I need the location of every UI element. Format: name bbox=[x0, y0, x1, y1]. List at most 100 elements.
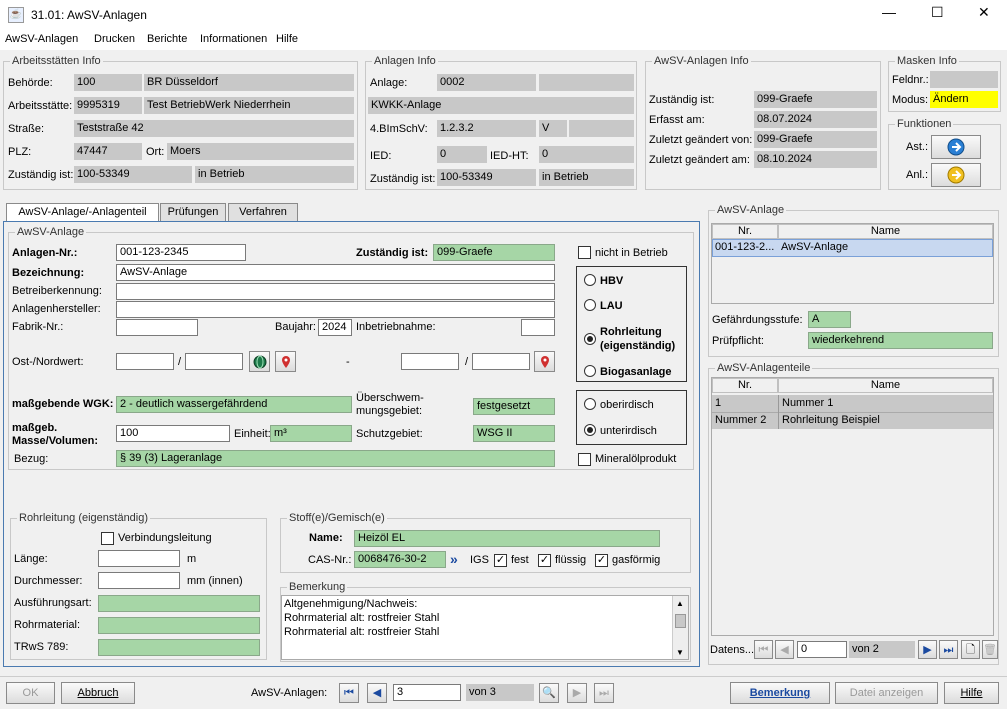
new-record-button[interactable]: 🗋 bbox=[961, 640, 980, 659]
row-name: AwSV-Anlage bbox=[781, 241, 849, 253]
gefahr-input[interactable]: A bbox=[808, 311, 851, 328]
footer-next-button[interactable]: ▶ bbox=[567, 683, 587, 703]
teile-col-nr-header[interactable]: Nr. bbox=[712, 378, 778, 393]
inbetriebnahme-input[interactable] bbox=[521, 319, 555, 336]
footer-prev-button[interactable]: ◀ bbox=[367, 683, 387, 703]
tab-anlage[interactable]: AwSV-Anlage/-Anlagenteil bbox=[6, 203, 159, 222]
footer-first-button[interactable]: ⏮ bbox=[339, 683, 359, 703]
bezug-input[interactable]: § 39 (3) Lageranlage bbox=[116, 450, 555, 467]
teile-col-name-header[interactable]: Name bbox=[778, 378, 993, 393]
nicht-in-betrieb-label: nicht in Betrieb bbox=[595, 247, 668, 259]
radio-hbv[interactable] bbox=[584, 274, 596, 286]
bemerkung-scrollbar[interactable]: ▲ ▼ bbox=[672, 596, 688, 659]
ausfuehrung-input[interactable] bbox=[98, 595, 260, 612]
scroll-up-icon[interactable]: ▲ bbox=[676, 599, 684, 608]
prev-record-button[interactable]: ◀ bbox=[775, 640, 794, 659]
ast-function-button[interactable] bbox=[931, 135, 981, 159]
ok-button[interactable]: OK bbox=[6, 682, 55, 704]
datens-input[interactable]: 0 bbox=[797, 641, 847, 658]
menu-bar: AwSV-Anlagen Drucken Berichte Informatio… bbox=[0, 30, 1007, 50]
right-anlage-title: AwSV-Anlage bbox=[715, 204, 787, 216]
prev-icon: ◀ bbox=[372, 687, 382, 699]
scroll-thumb[interactable] bbox=[675, 614, 686, 628]
nord-input[interactable] bbox=[185, 353, 243, 370]
map-pin-icon bbox=[281, 356, 290, 368]
durchmesser-input[interactable] bbox=[98, 572, 180, 589]
fabrik-input[interactable] bbox=[116, 319, 198, 336]
double-chevron-right-icon[interactable]: » bbox=[450, 551, 458, 567]
maximize-button[interactable]: ☐ bbox=[931, 4, 944, 21]
rohrmaterial-input[interactable] bbox=[98, 617, 260, 634]
masse-input[interactable]: 100 bbox=[116, 425, 230, 442]
rohrmaterial-label: Rohrmaterial: bbox=[14, 619, 81, 631]
wgk-input[interactable]: 2 - deutlich wassergefährdend bbox=[116, 396, 352, 413]
betreiberkennung-input[interactable] bbox=[116, 283, 555, 300]
scroll-down-icon[interactable]: ▼ bbox=[676, 648, 684, 657]
cas-input[interactable]: 0068476-30-2 bbox=[354, 551, 446, 568]
delete-record-button[interactable]: 🗑 bbox=[982, 640, 998, 659]
verbindungsleitung-checkbox[interactable] bbox=[101, 532, 114, 545]
menu-hilfe[interactable]: Hilfe bbox=[276, 33, 298, 45]
anlagen-nr-label: Anlagen-Nr.: bbox=[12, 247, 78, 259]
hersteller-input[interactable] bbox=[116, 301, 555, 318]
map-pin-button-2[interactable] bbox=[534, 351, 555, 372]
next-record-button[interactable]: ▶ bbox=[918, 640, 937, 659]
anlage-label: Anlage: bbox=[370, 77, 408, 89]
einheit-input[interactable]: m³ bbox=[270, 425, 352, 442]
bemerkung-line: Rohrmaterial alt: rostfreier Stahl bbox=[284, 612, 440, 624]
bemerkung-button[interactable]: Bemerkung bbox=[730, 682, 830, 704]
next-icon: ▶ bbox=[572, 687, 582, 699]
radio-rohrleitung[interactable] bbox=[584, 333, 596, 345]
tab-verfahren[interactable]: Verfahren bbox=[228, 203, 298, 221]
gasfoermig-checkbox[interactable]: ✓ bbox=[595, 554, 608, 567]
bemerkung-title: Bemerkung bbox=[287, 581, 348, 593]
abbruch-button[interactable]: Abbruch bbox=[61, 682, 135, 704]
footer-last-button[interactable]: ⏭ bbox=[594, 683, 614, 703]
col-name-header[interactable]: Name bbox=[778, 224, 993, 239]
mineraloel-label: Mineralölprodukt bbox=[595, 453, 677, 465]
datei-anzeigen-button[interactable]: Datei anzeigen bbox=[835, 682, 938, 704]
ost-input[interactable] bbox=[116, 353, 174, 370]
nord2-input[interactable] bbox=[472, 353, 530, 370]
ost2-input[interactable] bbox=[401, 353, 459, 370]
bezeichnung-input[interactable]: AwSV-Anlage bbox=[116, 264, 555, 281]
bemerkung-textarea[interactable]: Altgenehmigung/Nachweis: Rohrmaterial al… bbox=[281, 595, 689, 660]
laenge-input[interactable] bbox=[98, 550, 180, 567]
footer-nav-input[interactable]: 3 bbox=[393, 684, 461, 701]
tab-pruefungen[interactable]: Prüfungen bbox=[160, 203, 226, 221]
menu-drucken[interactable]: Drucken bbox=[94, 33, 135, 45]
verbindungsleitung-label: Verbindungsleitung bbox=[118, 532, 212, 544]
stoff-name-input[interactable]: Heizöl EL bbox=[354, 530, 660, 547]
mineraloel-checkbox[interactable] bbox=[578, 453, 591, 466]
menu-informationen[interactable]: Informationen bbox=[200, 33, 267, 45]
anl-function-button[interactable] bbox=[931, 163, 981, 187]
fluessig-checkbox[interactable]: ✓ bbox=[538, 554, 551, 567]
baujahr-input[interactable]: 2024 bbox=[318, 319, 352, 336]
radio-lau[interactable] bbox=[584, 299, 596, 311]
schutzgebiet-label: Schutzgebiet: bbox=[356, 428, 423, 440]
map-pin-button[interactable] bbox=[275, 351, 296, 372]
pruef-input[interactable]: wiederkehrend bbox=[808, 332, 993, 349]
last-record-button[interactable]: ⏭ bbox=[939, 640, 958, 659]
ueberschwemmung-input[interactable]: festgesetzt bbox=[473, 398, 555, 415]
baujahr-label: Baujahr: bbox=[275, 321, 316, 333]
hilfe-button[interactable]: Hilfe bbox=[944, 682, 999, 704]
anlagen-nr-input[interactable]: 001-123-2345 bbox=[116, 244, 246, 261]
trws-input[interactable] bbox=[98, 639, 260, 656]
radio-oberirdisch[interactable] bbox=[584, 398, 596, 410]
igs-label: IGS bbox=[470, 554, 489, 566]
footer-search-button[interactable]: 🔍 bbox=[539, 683, 559, 703]
form-zustaendig-input[interactable]: 099-Graefe bbox=[433, 244, 555, 261]
menu-berichte[interactable]: Berichte bbox=[147, 33, 187, 45]
fest-checkbox[interactable]: ✓ bbox=[494, 554, 507, 567]
col-nr-header[interactable]: Nr. bbox=[712, 224, 778, 239]
close-button[interactable]: ✕ bbox=[978, 4, 990, 21]
first-record-button[interactable]: ⏮ bbox=[754, 640, 773, 659]
menu-awsv-anlagen[interactable]: AwSV-Anlagen bbox=[5, 33, 78, 45]
nicht-in-betrieb-checkbox[interactable] bbox=[578, 246, 591, 259]
radio-biogas[interactable] bbox=[584, 365, 596, 377]
radio-unterirdisch[interactable] bbox=[584, 424, 596, 436]
schutzgebiet-input[interactable]: WSG II bbox=[473, 425, 555, 442]
globe-button[interactable] bbox=[249, 351, 270, 372]
minimize-button[interactable]: — bbox=[882, 4, 896, 20]
